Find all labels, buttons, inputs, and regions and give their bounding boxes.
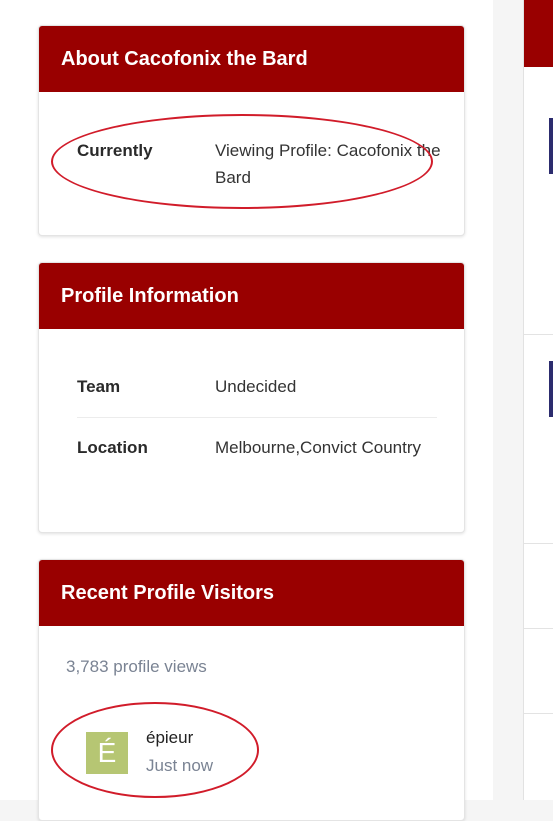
main-card-header-edge (524, 0, 553, 67)
location-label: Location (77, 438, 148, 457)
post-divider (524, 543, 553, 544)
profile-info-card: Profile Information Team Undecided Locat… (38, 262, 465, 533)
visitor-time: Just now (146, 756, 214, 775)
currently-value: Viewing Profile: Cacofonix the Bard (215, 141, 441, 187)
main-content-edge (523, 0, 553, 800)
post-divider (524, 713, 553, 714)
profile-sidebar: About Cacofonix the Bard Currently Viewi… (0, 0, 493, 821)
visitors-card: Recent Profile Visitors 3,783 profile vi… (38, 559, 465, 821)
profile-info-title: Profile Information (39, 263, 464, 329)
post-divider (524, 334, 553, 335)
about-card: About Cacofonix the Bard Currently Viewi… (38, 25, 465, 236)
post-marker (549, 118, 553, 174)
visitors-title: Recent Profile Visitors (39, 560, 464, 626)
team-label: Team (77, 377, 121, 396)
visitor-name-link[interactable]: épieur (146, 728, 193, 748)
post-marker (549, 361, 553, 417)
column-gutter (493, 0, 523, 800)
about-card-title: About Cacofonix the Bard (39, 26, 464, 92)
profile-views-count: 3,783 profile views (66, 657, 207, 676)
avatar[interactable]: É (86, 732, 128, 774)
team-value: Undecided (215, 377, 297, 396)
location-value: Melbourne,Convict Country (215, 438, 421, 457)
row-divider (77, 417, 437, 418)
currently-label: Currently (77, 141, 153, 160)
post-divider (524, 628, 553, 629)
annotation-circle-visitor (51, 702, 259, 798)
